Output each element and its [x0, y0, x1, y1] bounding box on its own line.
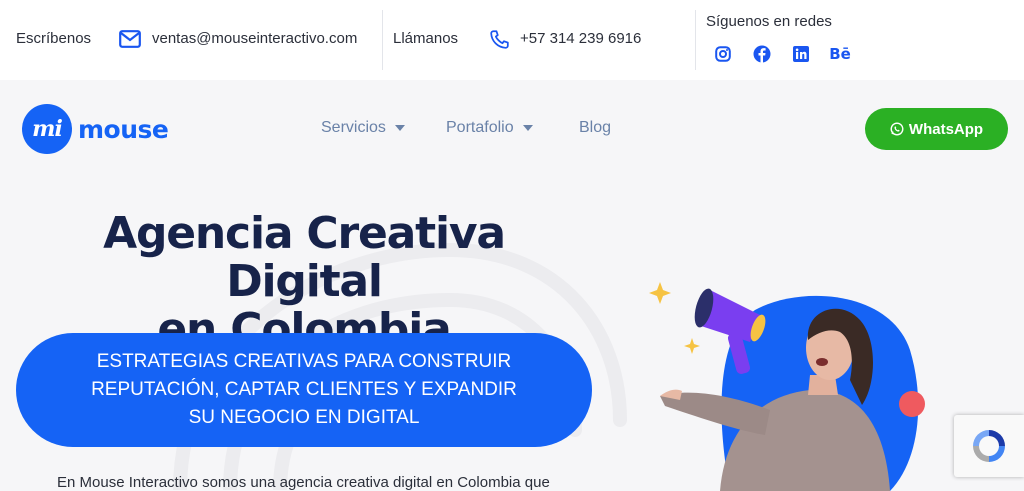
nav-label: Portafolio: [446, 119, 514, 136]
divider: [382, 10, 383, 70]
recaptcha-icon: [973, 430, 1005, 462]
logo-mark: mi: [22, 104, 72, 154]
chevron-down-icon: [394, 125, 405, 131]
whatsapp-label: WhatsApp: [908, 120, 984, 138]
email-link[interactable]: ventas@mouseinteractivo.com: [152, 30, 357, 47]
phone-link[interactable]: +57 314 239 6916: [520, 30, 641, 47]
nav-blog[interactable]: Blog: [579, 119, 611, 137]
nav-servicios[interactable]: Servicios: [321, 119, 405, 137]
nav-portafolio[interactable]: Portafolio: [446, 119, 533, 137]
whatsapp-icon: [890, 122, 904, 136]
write-label: Escríbenos: [16, 30, 92, 47]
recaptcha-badge[interactable]: [954, 415, 1024, 477]
call-label: Llámanos: [393, 30, 459, 47]
sparkle-icon: [649, 282, 671, 304]
whatsapp-button[interactable]: WhatsApp: [865, 108, 1008, 150]
contact-bar: Escríbenos ventas@mouseinteractivo.com L…: [0, 0, 1024, 80]
envelope-icon: [119, 30, 141, 53]
logo[interactable]: mi mouse: [22, 104, 169, 154]
hero-illustration: [649, 282, 925, 491]
sparkle-icon: [684, 338, 700, 354]
facebook-icon[interactable]: [752, 44, 772, 64]
social-label: Síguenos en redes: [706, 13, 832, 30]
linkedin-icon[interactable]: [791, 44, 811, 64]
chevron-down-icon: [522, 125, 533, 131]
hero-tagline-pill: ESTRATEGIAS CREATIVAS PARA CONSTRUIR REP…: [16, 333, 592, 447]
nav-label: Servicios: [321, 119, 386, 136]
logo-text: mouse: [78, 114, 169, 144]
divider: [695, 10, 696, 70]
hero-title-line: Agencia Creativa Digital: [103, 208, 506, 307]
intro-paragraph: En Mouse Interactivo somos una agencia c…: [57, 474, 550, 491]
nav-label: Blog: [579, 119, 612, 136]
mouth: [816, 358, 828, 366]
instagram-icon[interactable]: [713, 44, 733, 64]
behance-icon[interactable]: Bē: [829, 44, 851, 64]
phone-icon: [489, 29, 510, 55]
red-dot: [899, 391, 925, 417]
